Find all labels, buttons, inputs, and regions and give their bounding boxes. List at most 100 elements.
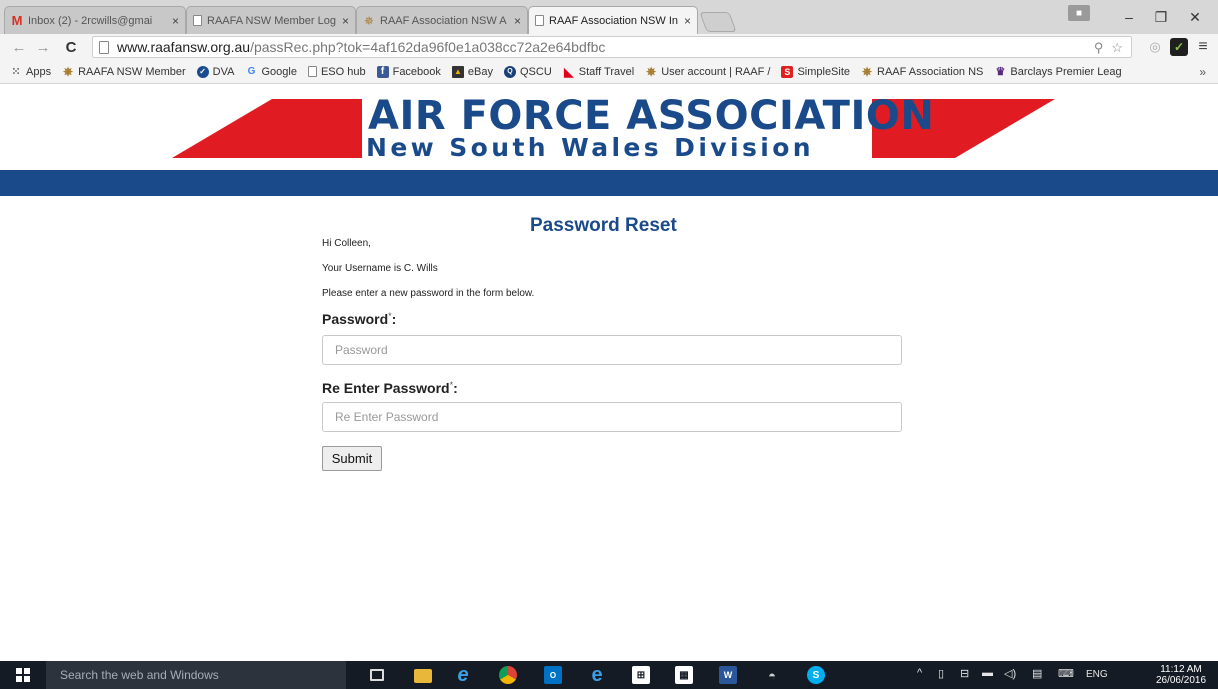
apps-grid-icon: ⁙ <box>11 66 21 78</box>
clock-date: 26/06/2016 <box>1155 675 1207 686</box>
bookmark-label: Staff Travel <box>578 65 635 78</box>
bookmark-label: SimpleSite <box>797 65 851 78</box>
password-label: Password*: <box>322 311 396 327</box>
facebook-icon: f <box>376 65 389 78</box>
reload-button[interactable]: C <box>62 38 80 56</box>
browser-tab-bar: M Inbox (2) - 2rcwills@gmai × RAAFA NSW … <box>0 0 1218 34</box>
tab-close-icon[interactable]: × <box>342 14 349 28</box>
store-icon[interactable]: ⊞ <box>632 666 650 684</box>
banner-red-wing-left <box>172 99 362 158</box>
taskbar-search-box[interactable]: Search the web and Windows <box>46 661 346 689</box>
url-host: www.raafansw.org.au <box>117 39 251 55</box>
input-language[interactable]: ENG <box>1086 669 1108 680</box>
extension-icon[interactable]: ◎ <box>1146 38 1164 56</box>
volume-icon[interactable]: ◁) <box>1004 667 1016 680</box>
bookmark-simplesite[interactable]: S SimpleSite <box>781 65 851 78</box>
bookmark-raafa-member[interactable]: ✵ RAAFA NSW Member <box>62 64 186 79</box>
page-info-icon[interactable] <box>99 40 109 54</box>
forward-button[interactable]: → <box>34 38 52 56</box>
bookmark-label: Barclays Premier Leag <box>1010 65 1122 78</box>
new-tab-button[interactable] <box>699 12 737 32</box>
bookmark-staff-travel[interactable]: ◣ Staff Travel <box>563 64 635 79</box>
reenter-password-input[interactable] <box>322 402 902 432</box>
page-icon <box>307 66 317 77</box>
bookmark-google[interactable]: G Google <box>245 65 297 78</box>
address-bar[interactable]: www.raafansw.org.au/passRec.php?tok=4af1… <box>92 36 1132 58</box>
minimize-button[interactable]: – <box>1116 6 1142 28</box>
restore-button[interactable]: ❐ <box>1148 6 1174 28</box>
tab-label: RAAF Association NSW A <box>380 14 507 27</box>
bookmark-label: Facebook <box>392 65 441 78</box>
outlook-icon[interactable]: O <box>544 666 562 684</box>
instruction-text: Please enter a new password in the form … <box>322 288 535 299</box>
tab-raaf-association-active[interactable]: RAAF Association NSW In × <box>528 6 698 34</box>
page-icon <box>193 15 202 26</box>
bookmark-ebay[interactable]: ▲ eBay <box>451 65 493 78</box>
close-window-button[interactable]: ✕ <box>1182 6 1208 28</box>
tab-gmail[interactable]: M Inbox (2) - 2rcwills@gmai × <box>4 6 186 34</box>
bookmark-facebook[interactable]: f Facebook <box>376 65 441 78</box>
bookmark-star-icon[interactable]: ☆ <box>1111 40 1123 56</box>
tab-close-icon[interactable]: × <box>514 14 521 28</box>
submit-button[interactable]: Submit <box>322 446 382 471</box>
word-icon[interactable]: W <box>719 666 737 684</box>
keyboard-icon[interactable]: ⌨ <box>1058 667 1074 680</box>
calculator-icon[interactable]: ▦ <box>675 666 693 684</box>
bookmark-apps[interactable]: ⁙ Apps <box>10 66 51 79</box>
label-suffix: : <box>453 380 458 396</box>
key-icon[interactable]: ⚲ <box>1094 40 1104 56</box>
banner-blue-band <box>0 170 1218 196</box>
banner-title: AIR FORCE ASSOCIATION <box>368 93 935 139</box>
bookmark-user-account[interactable]: ✵ User account | RAAF / <box>645 64 771 79</box>
internet-explorer-icon[interactable]: e <box>454 664 472 686</box>
bookmark-label: Google <box>261 65 297 78</box>
network-app-icon[interactable]: ◓ <box>763 666 781 684</box>
taskbar-clock[interactable]: 11:12 AM 26/06/2016 <box>1154 664 1208 686</box>
password-input[interactable] <box>322 335 902 365</box>
windows-start-icon[interactable] <box>16 668 30 682</box>
usb-device-icon[interactable]: ▯ <box>938 667 944 680</box>
qscu-icon: Q <box>503 65 516 78</box>
extension-check-icon[interactable]: ✓ <box>1170 38 1188 56</box>
chrome-menu-icon[interactable]: ≡ <box>1194 38 1212 56</box>
skype-icon[interactable]: S <box>807 666 825 684</box>
back-button[interactable]: ← <box>10 38 28 56</box>
tab-close-icon[interactable]: × <box>172 14 179 28</box>
task-view-icon[interactable] <box>370 669 384 681</box>
bookmark-qscu[interactable]: Q QSCU <box>503 65 552 78</box>
tab-member-login[interactable]: RAAFA NSW Member Log × <box>186 6 356 34</box>
page-icon <box>535 15 544 26</box>
bookmark-barclays[interactable]: ♛ Barclays Premier Leag <box>994 65 1122 79</box>
chrome-icon[interactable] <box>499 666 517 684</box>
bookmark-label: ESO hub <box>320 65 366 78</box>
display-icon[interactable]: ⊟ <box>960 667 969 680</box>
google-icon: G <box>247 66 256 77</box>
edge-icon[interactable]: e <box>588 664 606 686</box>
bookmark-label: RAAF Association NS <box>877 65 984 78</box>
bookmark-eso-hub[interactable]: ESO hub <box>307 65 366 78</box>
bookmark-label: QSCU <box>519 65 552 78</box>
emblem-icon: ✵ <box>861 64 873 79</box>
url-path: /passRec.php?tok=4af162da96f0e1a038cc72a… <box>250 39 606 55</box>
label-suffix: : <box>391 311 397 327</box>
bookmark-label: User account | RAAF / <box>661 65 771 78</box>
qantas-icon: ◣ <box>564 64 574 79</box>
password-label-text: Password <box>322 311 389 327</box>
show-hidden-icons-icon[interactable]: ^ <box>917 667 922 679</box>
tab-label: Inbox (2) - 2rcwills@gmai <box>28 14 153 27</box>
emblem-icon: ✵ <box>363 13 375 28</box>
bookmark-dva[interactable]: ✓ DVA <box>196 65 235 78</box>
profile-icon[interactable]: ■ <box>1068 5 1090 21</box>
bookmark-label: DVA <box>212 65 235 78</box>
gmail-icon: M <box>11 13 23 28</box>
more-bookmarks-icon[interactable]: » <box>1199 65 1206 79</box>
bookmark-raaf-association[interactable]: ✵ RAAF Association NS <box>861 64 984 79</box>
ebay-icon: ▲ <box>451 65 464 78</box>
action-center-icon[interactable]: ▤ <box>1032 667 1042 680</box>
battery-icon[interactable]: ▬ <box>982 667 993 679</box>
tab-close-icon[interactable]: × <box>684 14 691 28</box>
emblem-icon: ✵ <box>646 64 657 79</box>
tab-raaf-association-a[interactable]: ✵ RAAF Association NSW A × <box>356 6 528 34</box>
emblem-icon: ✵ <box>63 64 74 79</box>
file-explorer-icon[interactable] <box>414 669 432 683</box>
